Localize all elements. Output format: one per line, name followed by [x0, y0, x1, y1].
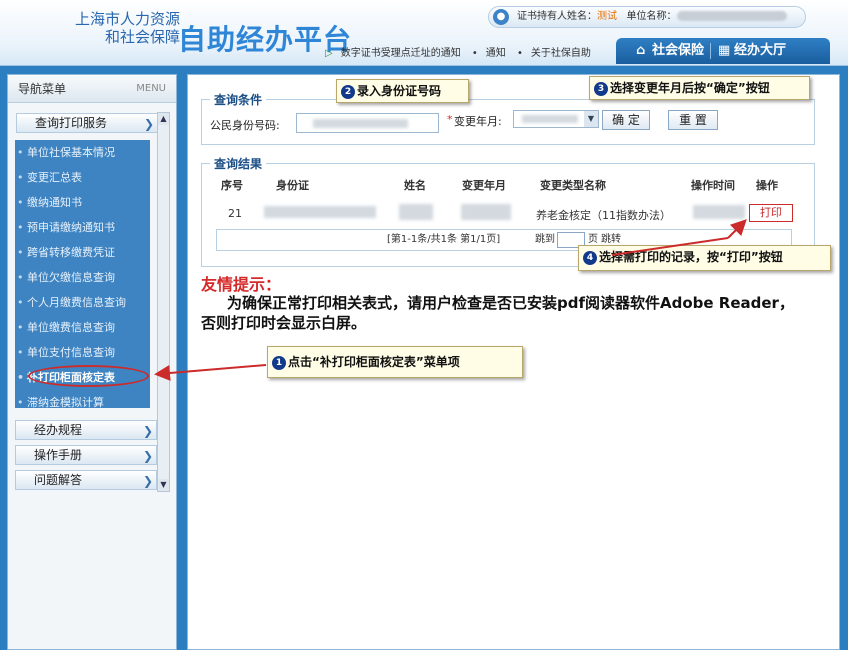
sidebar-item-personal-monthly[interactable]: 个人月缴费信息查询: [15, 290, 150, 315]
chevron-right-icon: ❯: [142, 449, 153, 463]
col-change-type: 变更类型名称: [540, 179, 606, 192]
unit-name-blurred: [676, 11, 787, 21]
col-id: 身份证: [276, 179, 309, 192]
highlight-circle: [28, 365, 149, 387]
scroll-down-icon[interactable]: ▼: [158, 479, 169, 491]
cell-seq: 21: [228, 207, 242, 220]
col-name: 姓名: [404, 179, 426, 192]
required-mark: *: [447, 113, 453, 126]
sidebar-title-en: MENU: [136, 83, 166, 94]
tab-social-insurance[interactable]: 社会保险: [652, 38, 704, 64]
query-legend: 查询条件: [214, 93, 263, 107]
sidebar-item-unit-basic[interactable]: 单位社保基本情况: [15, 140, 150, 165]
cell-optime-blurred: [693, 205, 745, 219]
menu-group-label: 经办规程: [34, 423, 83, 437]
tab-service-hall[interactable]: 经办大厅: [734, 38, 786, 64]
notice-bullet-icon: •: [471, 48, 478, 59]
menu-group-query-print[interactable]: 查询打印服务 ❯: [16, 113, 158, 133]
callout-number: 3: [594, 81, 608, 96]
tip-title: 友情提示：: [201, 275, 282, 294]
notice-link-1[interactable]: 通知: [486, 48, 506, 59]
menu-group-label: 操作手册: [34, 448, 83, 462]
menu-group-label: 查询打印服务: [35, 116, 108, 130]
notice-bar: ▷ 数字证书受理点迁址的通知 • 通知 • 关于社保自助: [325, 44, 599, 59]
unit-label: 单位名称：: [626, 11, 677, 22]
col-action: 操作: [756, 179, 778, 192]
callout-text: 录入身份证号码: [357, 84, 442, 98]
speaker-icon: ▷: [325, 48, 333, 59]
sidebar-item-change-summary[interactable]: 变更汇总表: [15, 165, 150, 190]
callout-2: 2 录入身份证号码: [336, 79, 469, 103]
sidebar-item-unit-disbursement[interactable]: 单位支付信息查询: [15, 340, 150, 365]
callout-1: 1 点击“补打印柜面核定表”菜单项: [267, 346, 523, 378]
callout-4: 4 选择需打印的记录，按“打印”按钮: [578, 245, 831, 271]
sidebar-item-arrears-query[interactable]: 单位欠缴信息查询: [15, 265, 150, 290]
id-number-label: 公民身份号码:: [210, 119, 280, 132]
sidebar-item-late-fee-sim[interactable]: 滞纳金模拟计算: [15, 390, 150, 415]
user-label: 证书持有人姓名：: [517, 11, 597, 22]
cell-id-blurred: [264, 206, 376, 218]
col-change-month: 变更年月: [462, 179, 506, 192]
logo: 上海市人力资源 和社会保障: [30, 10, 180, 46]
chevron-right-icon: ❯: [142, 474, 153, 488]
callout-number: 1: [272, 355, 286, 370]
hall-icon: ▦: [718, 43, 731, 58]
pager-info: [第1-1条/共1条 第1/1页]: [387, 234, 501, 245]
tip-body: 为确保正常打印相关表式，请用户检查是否已安装pdf阅读器软件Adobe Read…: [201, 294, 794, 332]
callout-text: 点击“补打印柜面核定表”菜单项: [288, 355, 460, 369]
confirm-button[interactable]: 确 定: [602, 110, 650, 130]
id-number-input[interactable]: [296, 113, 439, 133]
callout-number: 4: [583, 250, 597, 265]
logo-line2: 和社会保障: [104, 28, 180, 46]
col-op-time: 操作时间: [691, 179, 735, 192]
callout-text: 选择需打印的记录，按“打印”按钮: [599, 250, 783, 264]
notice-bullet-icon: •: [516, 48, 523, 59]
chevron-right-icon: ❯: [143, 117, 154, 131]
sidebar-header: 导航菜单 MENU: [8, 75, 176, 103]
notice-link-2[interactable]: 关于社保自助: [531, 48, 591, 59]
nav-tabs: ⌂ 社会保险 ▦ 经办大厅: [616, 38, 830, 64]
jump-label: 跳到: [535, 234, 555, 245]
cell-change-type: 养老金核定（11指数办法）: [536, 209, 671, 222]
cell-month-blurred: [461, 204, 511, 220]
header: 上海市人力资源 和社会保障 自助经办平台 ● 证书持有人姓名：测试 单位名称： …: [0, 0, 848, 66]
sidebar-item-unit-payment[interactable]: 单位缴费信息查询: [15, 315, 150, 340]
scroll-up-icon[interactable]: ▲: [158, 113, 169, 125]
logo-line1: 上海市人力资源: [74, 10, 180, 28]
callout-text: 选择变更年月后按“确定”按钮: [610, 81, 770, 95]
menu-group-procedures[interactable]: 经办规程 ❯: [15, 420, 157, 440]
sidebar-item-transfer-voucher[interactable]: 跨省转移缴费凭证: [15, 240, 150, 265]
user-icon: ●: [493, 9, 509, 25]
home-icon: ⌂: [636, 43, 646, 58]
results-legend: 查询结果: [214, 157, 263, 171]
user-name: 测试: [597, 11, 617, 22]
menu-group-faq[interactable]: 问题解答 ❯: [15, 470, 157, 490]
cell-name-blurred: [399, 204, 433, 220]
reset-button[interactable]: 重 置: [668, 110, 718, 130]
print-link[interactable]: 打印: [749, 204, 793, 222]
callout-3: 3 选择变更年月后按“确定”按钮: [589, 76, 810, 100]
change-month-label: 变更年月:: [454, 115, 502, 128]
tab-divider: [710, 43, 711, 59]
month-value-blurred: [522, 115, 578, 123]
chevron-right-icon: ❯: [142, 424, 153, 438]
menu-group-label: 问题解答: [34, 473, 83, 487]
sidebar-item-pre-apply-notice[interactable]: 预申请缴纳通知书: [15, 215, 150, 240]
sidebar-item-payment-notice[interactable]: 缴纳通知书: [15, 190, 150, 215]
menu-group-manual[interactable]: 操作手册 ❯: [15, 445, 157, 465]
chevron-down-icon[interactable]: ▼: [584, 111, 598, 127]
sidebar-scrollbar[interactable]: ▲ ▼: [157, 112, 170, 492]
col-seq: 序号: [221, 179, 243, 192]
notice-link-0[interactable]: 数字证书受理点迁址的通知: [341, 48, 461, 59]
user-bar: ● 证书持有人姓名：测试 单位名称：: [488, 6, 806, 28]
sidebar-title: 导航菜单: [18, 82, 67, 96]
change-month-select[interactable]: ▼: [513, 110, 599, 128]
callout-number: 2: [341, 84, 355, 99]
id-number-blurred: [313, 119, 408, 128]
